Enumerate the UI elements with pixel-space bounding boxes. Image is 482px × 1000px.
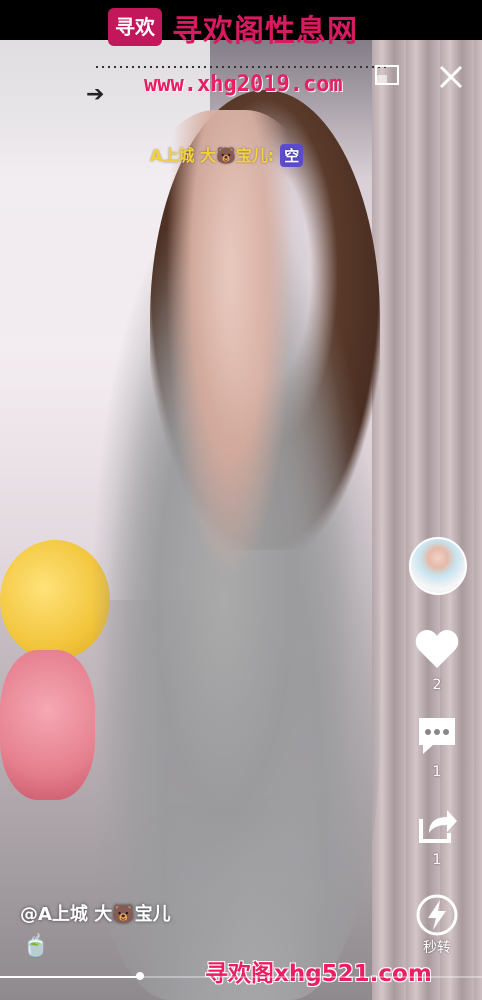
share-count: 1 [432, 852, 442, 868]
video-player[interactable]: 寻欢 寻欢阁性息网 ➔ www.xhg2019.com A上城 大🐻宝儿: 空 2 [0, 0, 482, 1000]
close-icon [439, 65, 463, 89]
danmaku-message: A上城 大🐻宝儿: 空 [150, 142, 304, 167]
bottom-watermark: 寻欢阁xhg521.com [205, 961, 432, 987]
danmaku-user: A上城 大 [150, 146, 216, 165]
share-icon [419, 810, 457, 843]
video-subject [80, 110, 380, 1000]
bear-emoji-icon: 🐻 [215, 146, 236, 165]
video-progress-knob[interactable] [136, 972, 144, 980]
lightning-icon [416, 894, 458, 936]
watermark-site-title: 寻欢阁性息网 [172, 14, 358, 49]
close-button[interactable] [434, 62, 468, 96]
top-dotted-line [96, 66, 386, 68]
music-disc-icon[interactable]: 🍵 [22, 934, 49, 959]
bear-emoji-icon: 🐻 [112, 904, 135, 925]
comment-icon [419, 718, 455, 754]
comment-count: 1 [432, 764, 442, 780]
author-avatar[interactable] [409, 537, 467, 595]
danmaku-user-suffix: 宝儿: [235, 146, 275, 165]
like-button[interactable]: 2 [411, 628, 463, 694]
like-count: 2 [432, 677, 442, 693]
author-name-suffix: 宝儿 [134, 904, 171, 925]
share-button[interactable]: 1 [411, 805, 463, 869]
watermark-logo: 寻欢 [108, 8, 162, 46]
heart-icon [415, 630, 459, 668]
danmaku-badge: 空 [280, 144, 304, 167]
rotate-button[interactable]: 秒转 [411, 893, 463, 957]
comment-button[interactable]: 1 [411, 715, 463, 781]
author-name: @A上城 大 [20, 904, 113, 925]
video-progress-fill [0, 976, 140, 978]
watermark-url: www.xhg2019.com [144, 72, 343, 97]
watermark-arrow-icon: ➔ [86, 82, 104, 107]
picture-in-picture-icon[interactable] [374, 64, 400, 86]
author-handle[interactable]: @A上城 大🐻宝儿 [20, 900, 171, 926]
